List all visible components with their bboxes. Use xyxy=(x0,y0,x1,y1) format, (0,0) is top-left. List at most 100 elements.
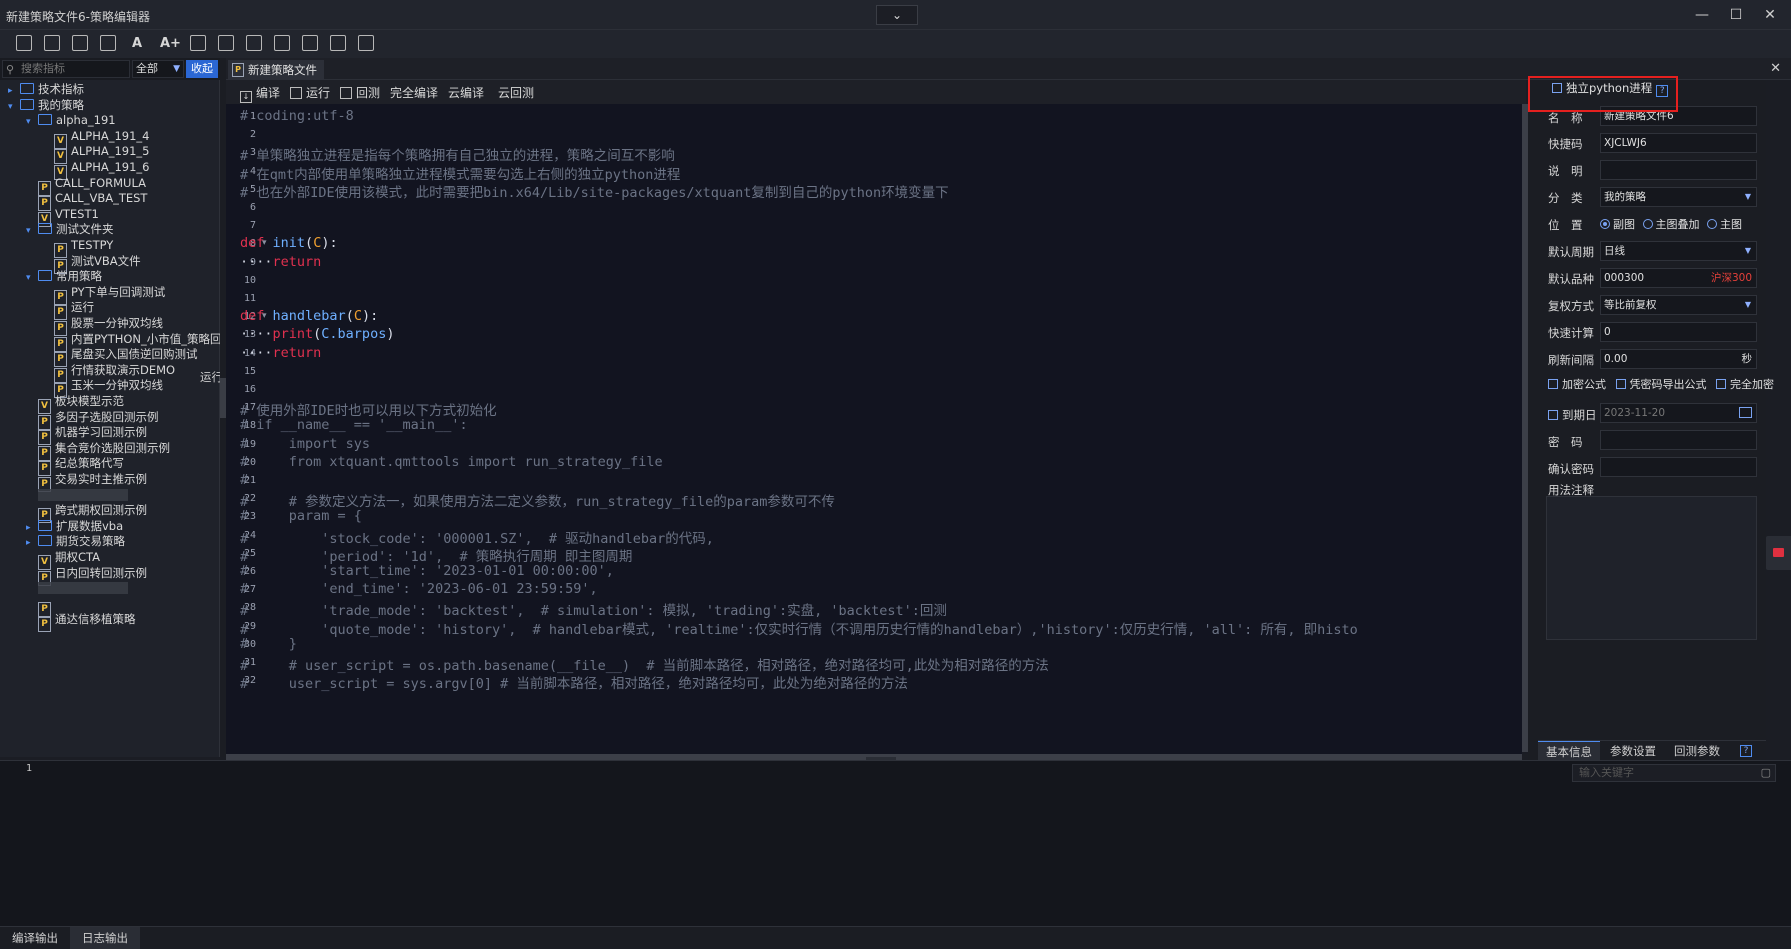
indicator-search-input[interactable]: ⚲ 搜索指标 xyxy=(2,60,130,78)
folder-icon xyxy=(38,223,52,235)
line-number: 6 xyxy=(249,202,256,213)
tab-param-settings[interactable]: 参数设置 xyxy=(1602,741,1664,761)
compile-icon: ↓ xyxy=(240,91,252,103)
tree-item-label: VTEST1 xyxy=(55,206,99,221)
code-line: # 'stock_code': '000001.SZ', # 驱动handleb… xyxy=(240,530,714,547)
password-export-checkbox[interactable]: 凭密码导出公式 xyxy=(1615,378,1707,391)
calendar-icon[interactable] xyxy=(1739,407,1752,418)
seconds-unit: 秒 xyxy=(1741,353,1753,365)
chevron-down-icon[interactable]: ▾ xyxy=(8,98,20,116)
tree-item[interactable]: P 交易实时主推示例 xyxy=(38,470,147,492)
code-line: ····return xyxy=(240,344,322,361)
code-line: # # user_script = os.path.basename(__fil… xyxy=(240,658,1049,674)
tree-item[interactable]: P 日内回转回测示例 xyxy=(38,564,147,586)
category-label: 分 类 xyxy=(1548,191,1583,205)
cloud-compile-button[interactable]: 云编译 xyxy=(448,84,484,101)
edit-icon[interactable] xyxy=(330,35,346,51)
encrypt-formula-checkbox[interactable]: 加密公式 xyxy=(1548,378,1606,391)
line-number: 7 xyxy=(249,220,256,232)
line-number: 10 xyxy=(243,274,256,286)
run-button[interactable]: 运行 xyxy=(290,84,330,101)
default-period-select[interactable]: 日线 ▼ xyxy=(1600,241,1757,261)
import-icon[interactable] xyxy=(190,35,206,51)
code-line: # 'trade_mode': 'backtest', # simulation… xyxy=(240,603,947,620)
expire-date-field[interactable]: 2023-11-20 xyxy=(1600,403,1757,423)
code-line: # 'quote_mode': 'history', # handlebar模式… xyxy=(240,621,1358,638)
font-larger-button[interactable]: A+ xyxy=(160,36,181,51)
font-smaller-button[interactable]: A xyxy=(132,36,142,51)
strategy-tree: ▸ 技术指标 ▾ 我的策略 ▾ alpha_191 V ALPHA_191_4 V ALPHA_1… xyxy=(0,80,220,730)
backtest-button[interactable]: 回测 xyxy=(340,84,380,101)
code-line: ····print(C.barpos) xyxy=(240,326,395,343)
code-line: # 使用外部IDE时也可以用以下方式初始化 xyxy=(240,403,497,420)
tab-basic-info[interactable]: 基本信息 xyxy=(1538,741,1600,761)
minimize-button[interactable]: — xyxy=(1688,5,1716,25)
category-select[interactable]: 我的策略 ▼ xyxy=(1600,187,1757,207)
maximize-button[interactable]: ☐ xyxy=(1722,5,1750,25)
password-field[interactable] xyxy=(1600,430,1757,450)
name-label: 名 称 xyxy=(1548,111,1583,125)
code-line: # 'start_time': '2023-01-01 00:00:00', xyxy=(240,563,614,579)
default-symbol-field[interactable]: 000300 沪深300 xyxy=(1600,268,1757,288)
radio-main-overlay[interactable]: 主图叠加 xyxy=(1642,218,1700,231)
tree-item-label: 测试文件夹 xyxy=(56,222,114,237)
code-line: # xyxy=(240,472,249,488)
position-label: 位 置 xyxy=(1548,218,1583,232)
tree-item-label: 通达信移植策略 xyxy=(55,612,136,627)
full-compile-button[interactable]: 完全编译 xyxy=(390,84,438,101)
tree-item[interactable]: P 通达信移植策略 xyxy=(38,610,136,633)
help-icon[interactable]: ? xyxy=(1740,745,1752,757)
line-number: 16 xyxy=(243,384,256,395)
usage-notes-textarea[interactable] xyxy=(1546,496,1757,640)
chevron-right-icon[interactable]: ▸ xyxy=(26,534,38,552)
right-splitter[interactable] xyxy=(1528,80,1538,760)
checkbox-icon xyxy=(1548,410,1558,420)
settings-icon[interactable] xyxy=(358,35,374,51)
confirm-password-field[interactable] xyxy=(1600,457,1757,477)
compile-button[interactable]: ↓ 编译 xyxy=(240,84,280,103)
expire-date-checkbox[interactable]: 到期日 xyxy=(1548,407,1597,423)
export-icon[interactable] xyxy=(218,35,234,51)
tree-item-label: 运行 xyxy=(71,300,94,315)
tab-new-strategy-file[interactable]: P 新建策略文件6 xyxy=(228,60,324,97)
code-line: # 在qmt内部使用单策略独立进程模式需要勾选上右侧的独立python进程 xyxy=(240,166,681,183)
save-icon[interactable] xyxy=(16,35,32,51)
save-all-icon[interactable] xyxy=(44,35,60,51)
code-line: # coding:utf-8 xyxy=(240,108,354,124)
clear-icon[interactable]: ▢ xyxy=(1761,765,1771,781)
copy-icon[interactable] xyxy=(246,35,262,51)
new-file-icon[interactable] xyxy=(100,35,116,51)
window-dropdown-button[interactable]: ⌄ xyxy=(876,5,918,25)
radio-subchart[interactable]: 副图 xyxy=(1600,218,1635,231)
adjust-select[interactable]: 等比前复权 ▼ xyxy=(1600,295,1757,315)
tab-log-output[interactable]: 日志输出 xyxy=(70,927,140,949)
radio-main-chart[interactable]: 主图 xyxy=(1707,218,1742,231)
folder-icon xyxy=(20,83,34,94)
save-as-icon[interactable] xyxy=(72,35,88,51)
collapse-button[interactable]: 收起 xyxy=(186,60,218,78)
tree-item-label: ALPHA_191_4 xyxy=(71,128,150,143)
close-tab-button[interactable]: ✕ xyxy=(1770,61,1781,76)
full-encrypt-checkbox[interactable]: 完全加密 xyxy=(1716,378,1774,391)
shortcut-code-field[interactable]: XJCLWJ6 xyxy=(1600,133,1757,153)
chevron-down-icon[interactable]: ▾ xyxy=(26,113,38,131)
side-folder-button[interactable] xyxy=(1766,536,1791,570)
tab-backtest-params[interactable]: 回测参数 xyxy=(1666,741,1728,761)
chevron-down-icon[interactable]: ▾ xyxy=(26,222,38,240)
chevron-down-icon[interactable]: ▾ xyxy=(26,269,38,287)
python-file-icon: P xyxy=(38,617,51,633)
close-window-button[interactable]: ✕ xyxy=(1756,5,1784,25)
tab-compile-output[interactable]: 编译输出 xyxy=(0,927,70,949)
code-editor[interactable]: 1 # coding:utf-8 2 3 # 单策略独立进程是指每个策略拥有自己独立的进… xyxy=(226,104,1522,754)
list-icon[interactable] xyxy=(302,35,318,51)
fast-calc-field[interactable]: 0 xyxy=(1600,322,1757,342)
filter-select[interactable]: 全部 ▼ xyxy=(132,60,184,78)
code-line: # } xyxy=(240,635,297,652)
keyword-search-input[interactable]: 输入关键字 ▢ xyxy=(1572,764,1776,782)
paste-icon[interactable] xyxy=(274,35,290,51)
refresh-interval-field[interactable]: 0.00 秒 xyxy=(1600,349,1757,369)
redacted-block xyxy=(38,488,128,501)
tree-item-label: 扩展数据vba xyxy=(56,518,124,533)
cloud-backtest-button[interactable]: 云回测 xyxy=(498,84,534,101)
description-field[interactable] xyxy=(1600,160,1757,180)
